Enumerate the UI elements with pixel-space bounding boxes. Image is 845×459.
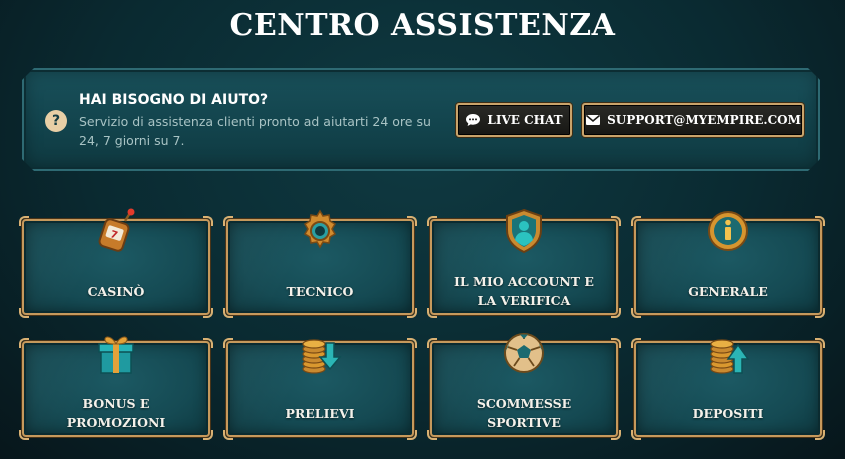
category-card-bonus[interactable]: BONUS E PROMOZIONI: [19, 336, 213, 440]
category-card-casino[interactable]: 7 CASINÒ: [19, 208, 213, 318]
question-icon: ?: [45, 110, 67, 132]
user-shield-icon: [500, 207, 548, 255]
slot-machine-icon: 7: [92, 207, 140, 255]
help-description: Servizio di assistenza clienti pronto ad…: [79, 114, 431, 148]
chat-bubble-icon: [465, 112, 481, 128]
support-email-button[interactable]: SUPPORT@MYEMPIRE.COM: [582, 103, 804, 137]
category-label: CASINÒ: [87, 283, 145, 299]
category-label: GENERALE: [688, 283, 768, 299]
category-card-general[interactable]: GENERALE: [631, 211, 825, 318]
help-title: HAI BISOGNO DI AIUTO?: [79, 92, 269, 108]
support-email-label: SUPPORT@MYEMPIRE.COM: [607, 113, 801, 127]
category-card-deposits[interactable]: DEPOSITI: [631, 338, 825, 440]
category-card-withdrawals[interactable]: PRELIEVI: [223, 338, 417, 440]
category-label: IL MIO ACCOUNT E LA VERIFICA: [454, 274, 594, 308]
category-label: TECNICO: [286, 283, 354, 299]
category-card-sports-betting[interactable]: SCOMMESSE SPORTIVE: [427, 333, 621, 440]
category-label: PRELIEVI: [285, 405, 355, 421]
coins-up-arrow-icon: [704, 329, 752, 377]
coins-down-arrow-icon: [296, 329, 344, 377]
live-chat-label: LIVE CHAT: [487, 113, 563, 127]
page-title: CENTRO ASSISTENZA: [229, 8, 616, 43]
category-label: DEPOSITI: [692, 405, 764, 421]
category-label: BONUS E PROMOZIONI: [66, 396, 166, 430]
info-icon: [704, 207, 752, 255]
category-card-account[interactable]: IL MIO ACCOUNT E LA VERIFICA: [427, 208, 621, 318]
gear-icon: [296, 207, 344, 255]
football-icon: [500, 329, 548, 377]
gift-box-icon: [92, 329, 140, 377]
category-label: SCOMMESSE SPORTIVE: [476, 396, 572, 430]
live-chat-button[interactable]: LIVE CHAT: [456, 103, 572, 137]
envelope-icon: [585, 113, 601, 127]
category-card-technical[interactable]: TECNICO: [223, 209, 417, 318]
